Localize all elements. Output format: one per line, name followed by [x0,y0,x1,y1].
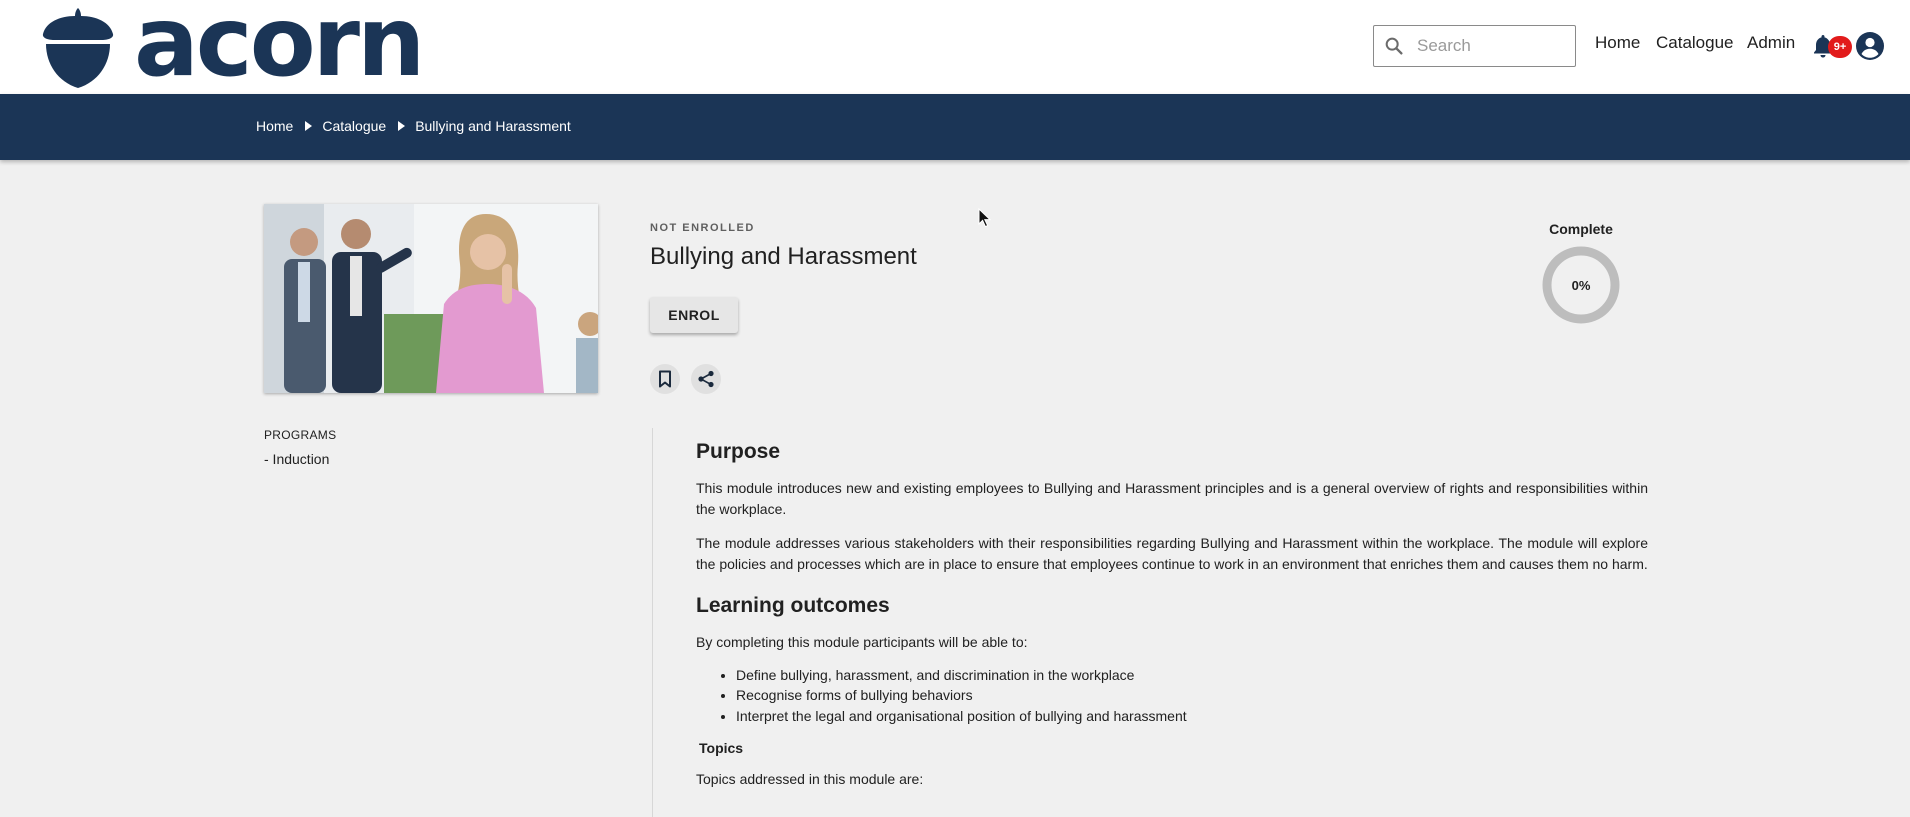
purpose-heading: Purpose [696,440,781,463]
bookmark-icon [659,370,671,388]
enrolment-status: NOT ENROLLED [650,222,755,234]
purpose-paragraph-1: This module introduces new and existing … [696,480,1648,517]
list-item: Define bullying, harassment, and discrim… [736,665,1648,686]
enrol-button[interactable]: ENROL [650,297,738,333]
module-description: Purpose This module introduces new and e… [696,440,1648,804]
breadcrumb-home[interactable]: Home [256,118,293,134]
bookmark-button[interactable] [650,364,680,394]
search-box[interactable] [1373,25,1576,67]
breadcrumb-bar: Home Catalogue Bullying and Harassment [0,94,1910,160]
list-item: Interpret the legal and organisational p… [736,706,1648,727]
topics-intro: Topics addressed in this module are: [696,771,924,787]
outcomes-list: Define bullying, harassment, and discrim… [736,665,1648,727]
topics-heading: Topics [699,740,744,756]
breadcrumb-separator-icon [398,121,406,131]
nav-admin[interactable]: Admin [1747,33,1795,53]
notification-badge[interactable]: 9+ [1828,36,1852,58]
outcomes-heading: Learning outcomes [696,594,890,617]
search-icon [1385,37,1403,55]
office-scene-image [264,204,598,393]
programs-label: PROGRAMS [264,428,337,442]
acorn-icon [42,8,114,88]
list-item: Recognise forms of bullying behaviors [736,685,1648,706]
search-input[interactable] [1417,36,1567,56]
share-button[interactable] [691,364,721,394]
breadcrumb: Home Catalogue Bullying and Harassment [256,118,571,134]
module-title: Bullying and Harassment [650,243,917,270]
share-icon [698,370,714,388]
purpose-paragraph-2: The module addresses various stakeholder… [696,535,1648,572]
outcomes-intro: By completing this module participants w… [696,634,1028,650]
progress-percent: 0% [1571,277,1591,293]
brand-name: acorn [134,0,425,98]
module-thumbnail [264,204,598,393]
mouse-cursor-icon [978,208,992,228]
nav-catalogue[interactable]: Catalogue [1656,33,1734,53]
account-icon[interactable] [1855,31,1885,61]
nav-home[interactable]: Home [1595,33,1640,53]
top-header: acorn Home Catalogue Admin 9+ [0,0,1910,94]
breadcrumb-separator-icon [305,121,313,131]
breadcrumb-catalogue[interactable]: Catalogue [322,118,386,134]
program-item[interactable]: - Induction [264,451,329,467]
progress-label: Complete [1549,221,1613,237]
breadcrumb-current: Bullying and Harassment [415,118,571,134]
column-divider [652,428,653,817]
